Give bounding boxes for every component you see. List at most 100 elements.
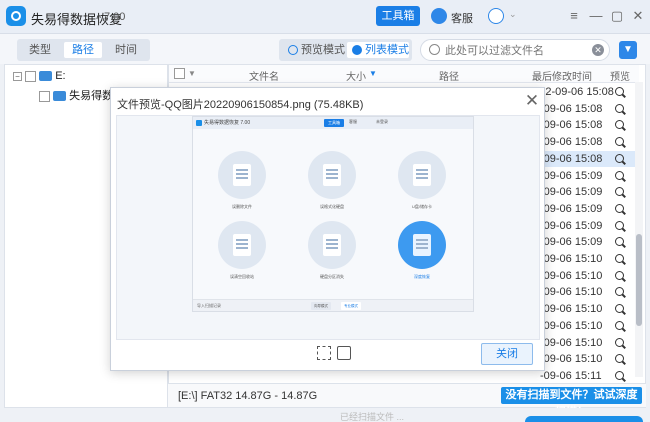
preview-card-partition-icon <box>308 221 356 269</box>
preview-card-label: 深度恢复 <box>414 274 430 279</box>
close-window-icon[interactable]: ✕ <box>630 8 646 24</box>
preview-card-usb-icon <box>398 151 446 199</box>
col-size[interactable]: 大小 <box>346 68 366 83</box>
app-logo-icon <box>6 6 26 26</box>
tab-path[interactable]: 路径 <box>64 42 102 58</box>
file-mtime: -09-06 15:09 <box>540 236 603 249</box>
col-mtime[interactable]: 最后修改时间 <box>532 68 592 83</box>
customer-service-icon[interactable] <box>431 8 447 24</box>
file-mtime: -09-06 15:11 <box>540 369 602 382</box>
file-mtime: -09-06 15:08 <box>540 136 603 149</box>
tree-expander-icon[interactable]: − <box>13 71 22 81</box>
preview-magnifier-icon[interactable] <box>615 203 624 213</box>
dialog-close-icon[interactable]: ✕ <box>523 92 541 110</box>
col-preview: 预览 <box>610 72 630 83</box>
list-mode-icon <box>352 45 362 55</box>
drive-icon <box>39 71 53 82</box>
file-mtime: -09-06 15:09 <box>540 186 603 199</box>
tab-time[interactable]: 时间 <box>107 42 145 58</box>
clear-search-icon[interactable]: ✕ <box>592 44 604 56</box>
preview-magnifier-icon[interactable] <box>615 287 624 297</box>
select-all-checkbox[interactable] <box>174 68 185 79</box>
preview-service: 客服 <box>349 119 357 124</box>
file-mtime: -09-06 15:08 <box>540 119 603 132</box>
list-mode-tab[interactable]: 列表模式 <box>347 42 409 58</box>
search-box: ✕ <box>420 39 610 61</box>
preview-magnifier-icon[interactable] <box>615 153 624 163</box>
select-menu-caret-icon[interactable]: ▼ <box>188 69 196 78</box>
mode-tabs: 预览模式 列表模式 <box>279 39 412 61</box>
recover-button[interactable] <box>525 416 643 422</box>
maximize-icon[interactable]: ▢ <box>609 8 625 24</box>
app-version: 7.00 <box>104 11 126 23</box>
preview-toolbox: 工具箱 <box>324 119 344 127</box>
preview-area: 失易得数据恢复 7.00 工具箱 客服 未登录 误删除文件 误格式化硬盘 U盘/… <box>116 115 540 360</box>
filter-icon[interactable]: ▼ <box>619 41 637 59</box>
tree-item-drive[interactable]: − E: <box>13 70 66 86</box>
minimize-icon[interactable]: — <box>588 8 604 24</box>
preview-card-label: 误清空回收站 <box>230 274 254 279</box>
tab-type[interactable]: 类型 <box>21 42 59 58</box>
preview-card-label: 硬盘分区消失 <box>320 274 344 279</box>
actual-size-icon[interactable] <box>337 346 351 360</box>
view-tabs: 类型 路径 时间 <box>17 39 150 61</box>
file-mtime: -09-06 15:10 <box>540 253 603 265</box>
preview-card-deep-icon <box>398 221 446 269</box>
scrollbar-thumb[interactable] <box>636 234 642 326</box>
sort-size-icon[interactable]: ▼ <box>369 69 377 78</box>
tree-item-label: E: <box>55 70 66 82</box>
preview-card-recycle-icon <box>218 221 266 269</box>
preview-card-label: 误格式化硬盘 <box>320 204 344 209</box>
search-input[interactable] <box>445 43 585 58</box>
drive-info: [E:\] FAT32 14.87G - 14.87G <box>178 390 318 402</box>
preview-card-label: U盘/储存卡 <box>412 204 432 209</box>
dialog-title: 文件预览-QQ图片20220906150854.png (75.48KB) <box>117 99 364 111</box>
preview-magnifier-icon[interactable] <box>615 103 624 113</box>
deep-scan-button[interactable]: 没有扫描到文件？试试深度扫描！ <box>501 387 642 418</box>
col-path[interactable]: 路径 <box>439 68 459 83</box>
preview-magnifier-icon[interactable] <box>615 237 624 247</box>
filter-bar: 类型 路径 时间 预览模式 列表模式 ✕ ▼ <box>0 34 650 64</box>
preview-magnifier-icon[interactable] <box>615 304 624 314</box>
table-scrollbar[interactable] <box>635 82 643 377</box>
preview-user: 未登录 <box>376 119 388 124</box>
preview-magnifier-icon[interactable] <box>615 337 624 347</box>
file-mtime: -09-06 15:10 <box>540 269 603 282</box>
preview-bottom-bar: 导入扫描记录 向导模式 专业模式 <box>193 299 473 311</box>
file-mtime: -09-06 15:09 <box>540 169 603 182</box>
preview-magnifier-icon[interactable] <box>615 87 624 96</box>
preview-magnifier-icon[interactable] <box>615 320 624 330</box>
preview-magnifier-icon[interactable] <box>615 370 624 380</box>
toolbox-button[interactable]: 工具箱 <box>376 6 420 26</box>
preview-titlebar: 失易得数据恢复 7.00 工具箱 客服 未登录 <box>193 117 473 129</box>
user-avatar-icon[interactable] <box>488 8 504 24</box>
preview-magnifier-icon[interactable] <box>615 170 624 180</box>
preview-magnifier-icon[interactable] <box>615 254 624 263</box>
user-menu-caret-icon[interactable]: ⌄ <box>509 9 517 20</box>
preview-logo-icon <box>196 120 202 126</box>
preview-magnifier-icon[interactable] <box>615 220 624 230</box>
preview-card-deleted-icon <box>218 151 266 199</box>
search-icon <box>429 44 440 55</box>
preview-mode-tab[interactable]: 预览模式 <box>283 42 345 58</box>
close-dialog-button[interactable]: 关闭 <box>481 343 533 365</box>
customer-service-label[interactable]: 客服 <box>451 10 473 26</box>
col-name[interactable]: 文件名 <box>249 68 279 83</box>
file-mtime: -09-06 15:09 <box>540 202 603 215</box>
preview-magnifier-icon[interactable] <box>615 187 624 197</box>
preview-magnifier-icon[interactable] <box>615 137 624 147</box>
tree-checkbox[interactable] <box>25 70 37 82</box>
zoom-controls <box>317 346 357 362</box>
preview-magnifier-icon[interactable] <box>615 120 624 130</box>
status-bar: [E:\] FAT32 14.87G - 14.87G 没有扫描到文件？试试深度… <box>168 383 646 418</box>
preview-magnifier-icon[interactable] <box>615 354 624 364</box>
fit-to-window-icon[interactable] <box>317 346 331 360</box>
file-preview-dialog: 文件预览-QQ图片20220906150854.png (75.48KB) ✕ … <box>110 87 545 371</box>
menu-icon[interactable]: ≡ <box>566 8 582 24</box>
file-mtime: -09-06 15:09 <box>540 219 603 232</box>
preview-magnifier-icon[interactable] <box>615 270 624 280</box>
file-mtime: -09-06 15:10 <box>540 353 603 366</box>
file-mtime: -09-06 15:10 <box>540 303 603 316</box>
scan-progress-text: 已经扫描文件 ... <box>340 412 405 422</box>
tree-checkbox[interactable] <box>39 90 50 102</box>
